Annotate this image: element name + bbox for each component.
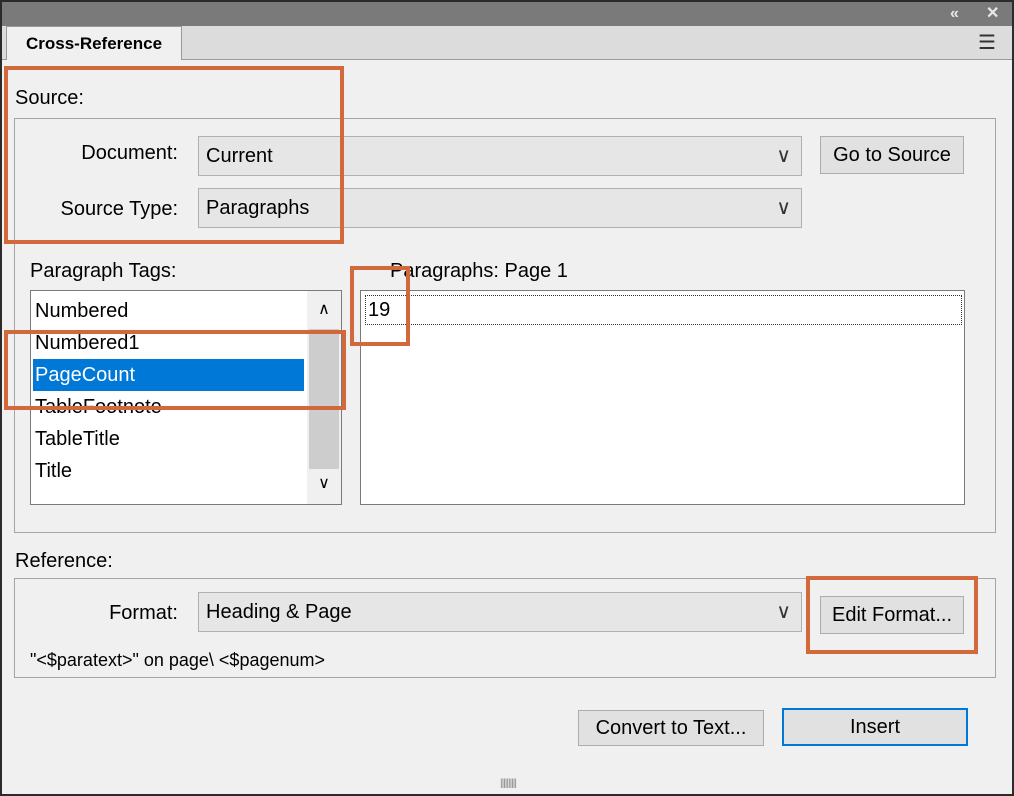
list-item[interactable]: Numbered [33, 295, 304, 327]
format-select[interactable]: Heading & Page ∨ [198, 592, 802, 632]
scroll-up-icon[interactable]: ∧ [307, 299, 341, 327]
tab-cross-reference[interactable]: Cross-Reference [6, 26, 182, 60]
hamburger-menu-icon[interactable]: ☰ [978, 26, 1002, 60]
insert-button[interactable]: Insert [782, 708, 968, 746]
paragraphs-list[interactable]: 19 [360, 290, 965, 505]
format-definition: "<$paratext>" on page\ <$pagenum> [30, 650, 326, 670]
paragraphs-label: Paragraphs: Page 1 [390, 260, 568, 282]
format-value: Heading & Page [206, 601, 352, 623]
highlight-box-source [4, 66, 344, 244]
highlight-box-tag [4, 330, 346, 410]
chevron-down-icon: ∨ [776, 601, 791, 623]
paragraph-item[interactable]: 19 [365, 295, 962, 325]
double-chevron-left-icon[interactable]: « [950, 2, 970, 26]
close-icon[interactable]: ✕ [986, 2, 1006, 26]
scroll-down-icon[interactable]: ∨ [307, 473, 341, 501]
highlight-box-paragraph [350, 266, 410, 346]
go-to-source-button[interactable]: Go to Source [820, 136, 964, 174]
list-item[interactable]: Title [33, 455, 304, 487]
highlight-box-edit-format [806, 576, 978, 654]
paragraph-tags-label: Paragraph Tags: [30, 260, 177, 282]
panel-titlebar [2, 2, 1012, 26]
resize-grip-icon[interactable]: |||||||||| [486, 778, 530, 792]
chevron-down-icon: ∨ [776, 145, 791, 167]
format-label: Format: [109, 602, 178, 624]
convert-to-text-button[interactable]: Convert to Text... [578, 710, 764, 746]
reference-section-label: Reference: [15, 550, 113, 572]
list-item[interactable]: TableTitle [33, 423, 304, 455]
chevron-down-icon: ∨ [776, 197, 791, 219]
